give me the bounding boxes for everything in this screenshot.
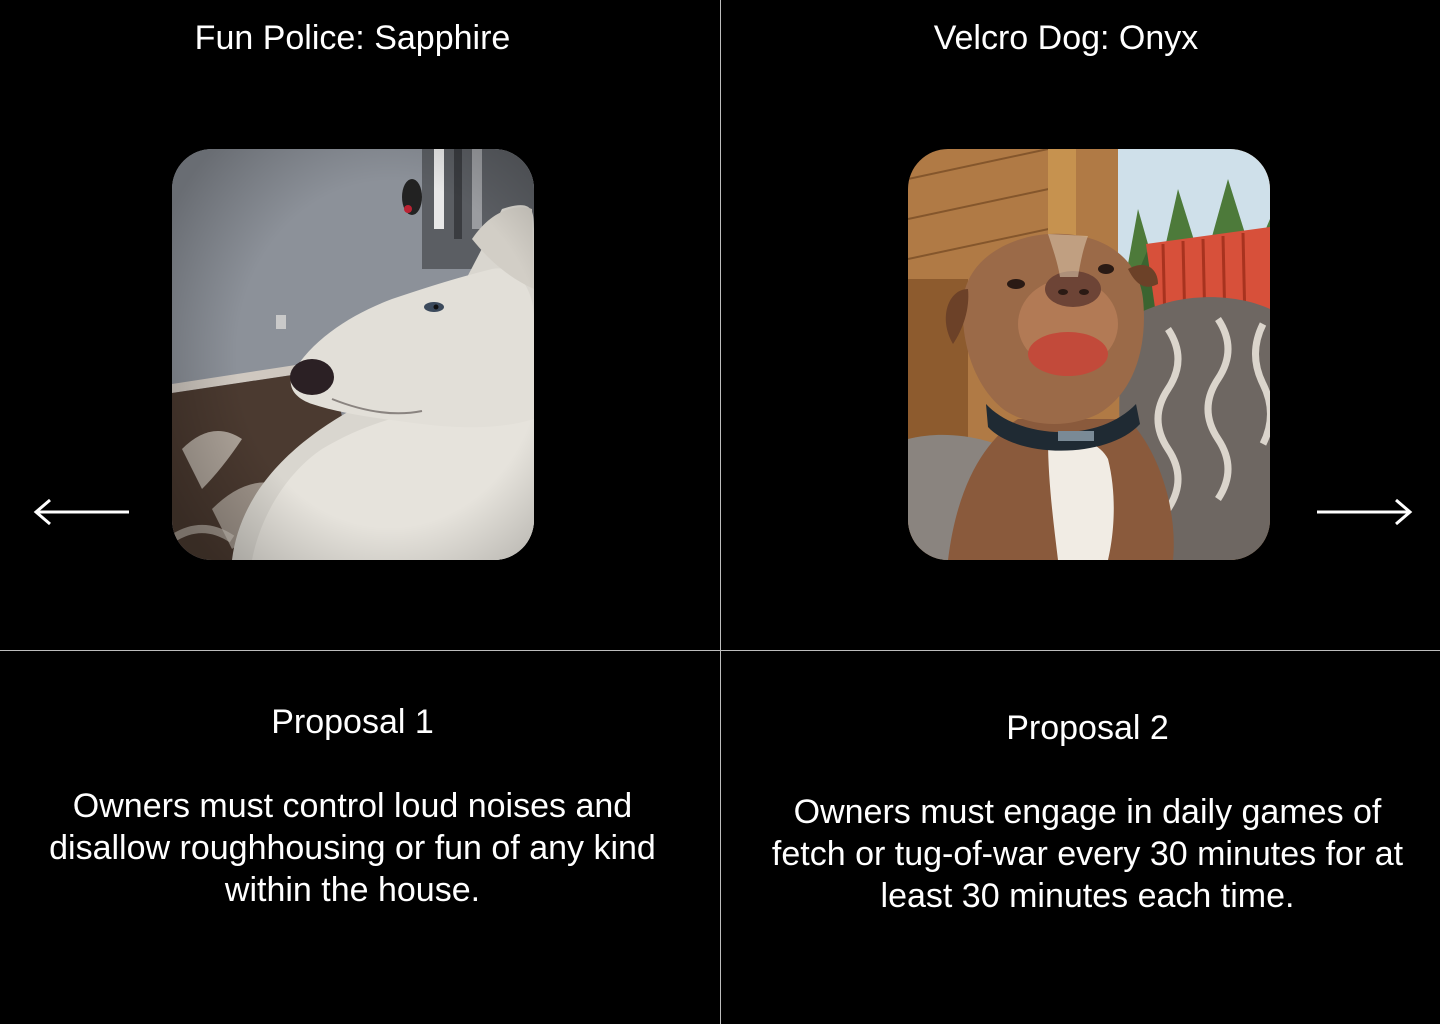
- white-dog-photo: [172, 149, 534, 560]
- proposal-comparison-slide: Fun Police: Sapphire Proposal 1 Owners m…: [0, 0, 1440, 1024]
- horizontal-divider: [0, 650, 1440, 651]
- right-panel-title: Velcro Dog: Onyx: [933, 19, 1199, 57]
- proposal-1-title: Proposal 1: [271, 703, 434, 741]
- brown-dog-photo: [908, 149, 1270, 560]
- proposal-2-title: Proposal 2: [1006, 709, 1169, 747]
- arrow-right-icon[interactable]: [1314, 492, 1414, 532]
- proposal-1-text: Owners must control loud noises and disa…: [49, 787, 656, 909]
- arrow-left-icon[interactable]: [32, 492, 132, 532]
- left-panel-title: Fun Police: Sapphire: [194, 19, 511, 57]
- proposal-2-text: Owners must engage in daily games of fet…: [771, 793, 1404, 915]
- vertical-divider: [720, 0, 721, 1024]
